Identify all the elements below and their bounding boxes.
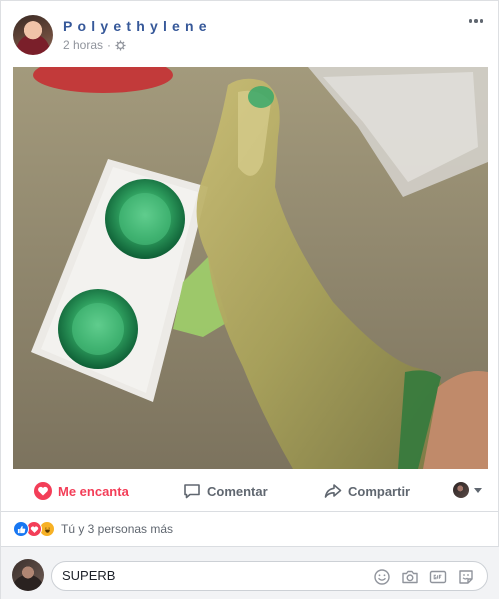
reactions-summary[interactable]: Tú y 3 personas más: [13, 520, 173, 538]
sticker-icon[interactable]: [457, 568, 475, 586]
reactions-text[interactable]: Tú y 3 personas más: [61, 522, 173, 536]
share-button[interactable]: Compartir: [324, 479, 410, 503]
gear-icon[interactable]: [115, 39, 126, 51]
like-icon: [13, 521, 29, 537]
composer-tools: [373, 568, 475, 586]
my-avatar[interactable]: [12, 559, 44, 591]
comment-input[interactable]: [62, 568, 342, 583]
comment-field[interactable]: [51, 561, 488, 591]
post-photo[interactable]: [13, 67, 488, 469]
love-label: Me encanta: [58, 483, 129, 499]
camera-icon[interactable]: [401, 568, 419, 586]
post-time[interactable]: 2 horas: [63, 38, 103, 52]
heart-icon: [34, 482, 52, 500]
divider: [1, 511, 499, 512]
share-label: Compartir: [348, 483, 411, 499]
post-meta: 2 horas ·: [63, 38, 126, 52]
author-avatar[interactable]: [13, 15, 53, 55]
ellipsis-icon[interactable]: [466, 14, 486, 28]
caret-down-icon: [474, 487, 482, 493]
comment-label: Comentar: [207, 483, 268, 499]
comment-button[interactable]: Comentar: [183, 479, 268, 503]
share-icon: [324, 484, 342, 498]
photo-image: [13, 67, 488, 469]
love-button[interactable]: Me encanta: [34, 479, 129, 503]
reaction-as-selector[interactable]: [453, 482, 482, 498]
emoji-icon[interactable]: [373, 568, 391, 586]
action-bar: Me encanta Comentar Compartir: [13, 477, 488, 505]
profile-avatar-small: [453, 482, 469, 498]
divider: [1, 546, 499, 547]
meta-separator: ·: [107, 38, 112, 52]
gif-icon[interactable]: [429, 568, 447, 586]
post-card: Polyethylene 2 horas · Me encanta Coment…: [0, 0, 499, 599]
comment-icon: [184, 484, 200, 499]
author-name[interactable]: Polyethylene: [63, 18, 212, 34]
